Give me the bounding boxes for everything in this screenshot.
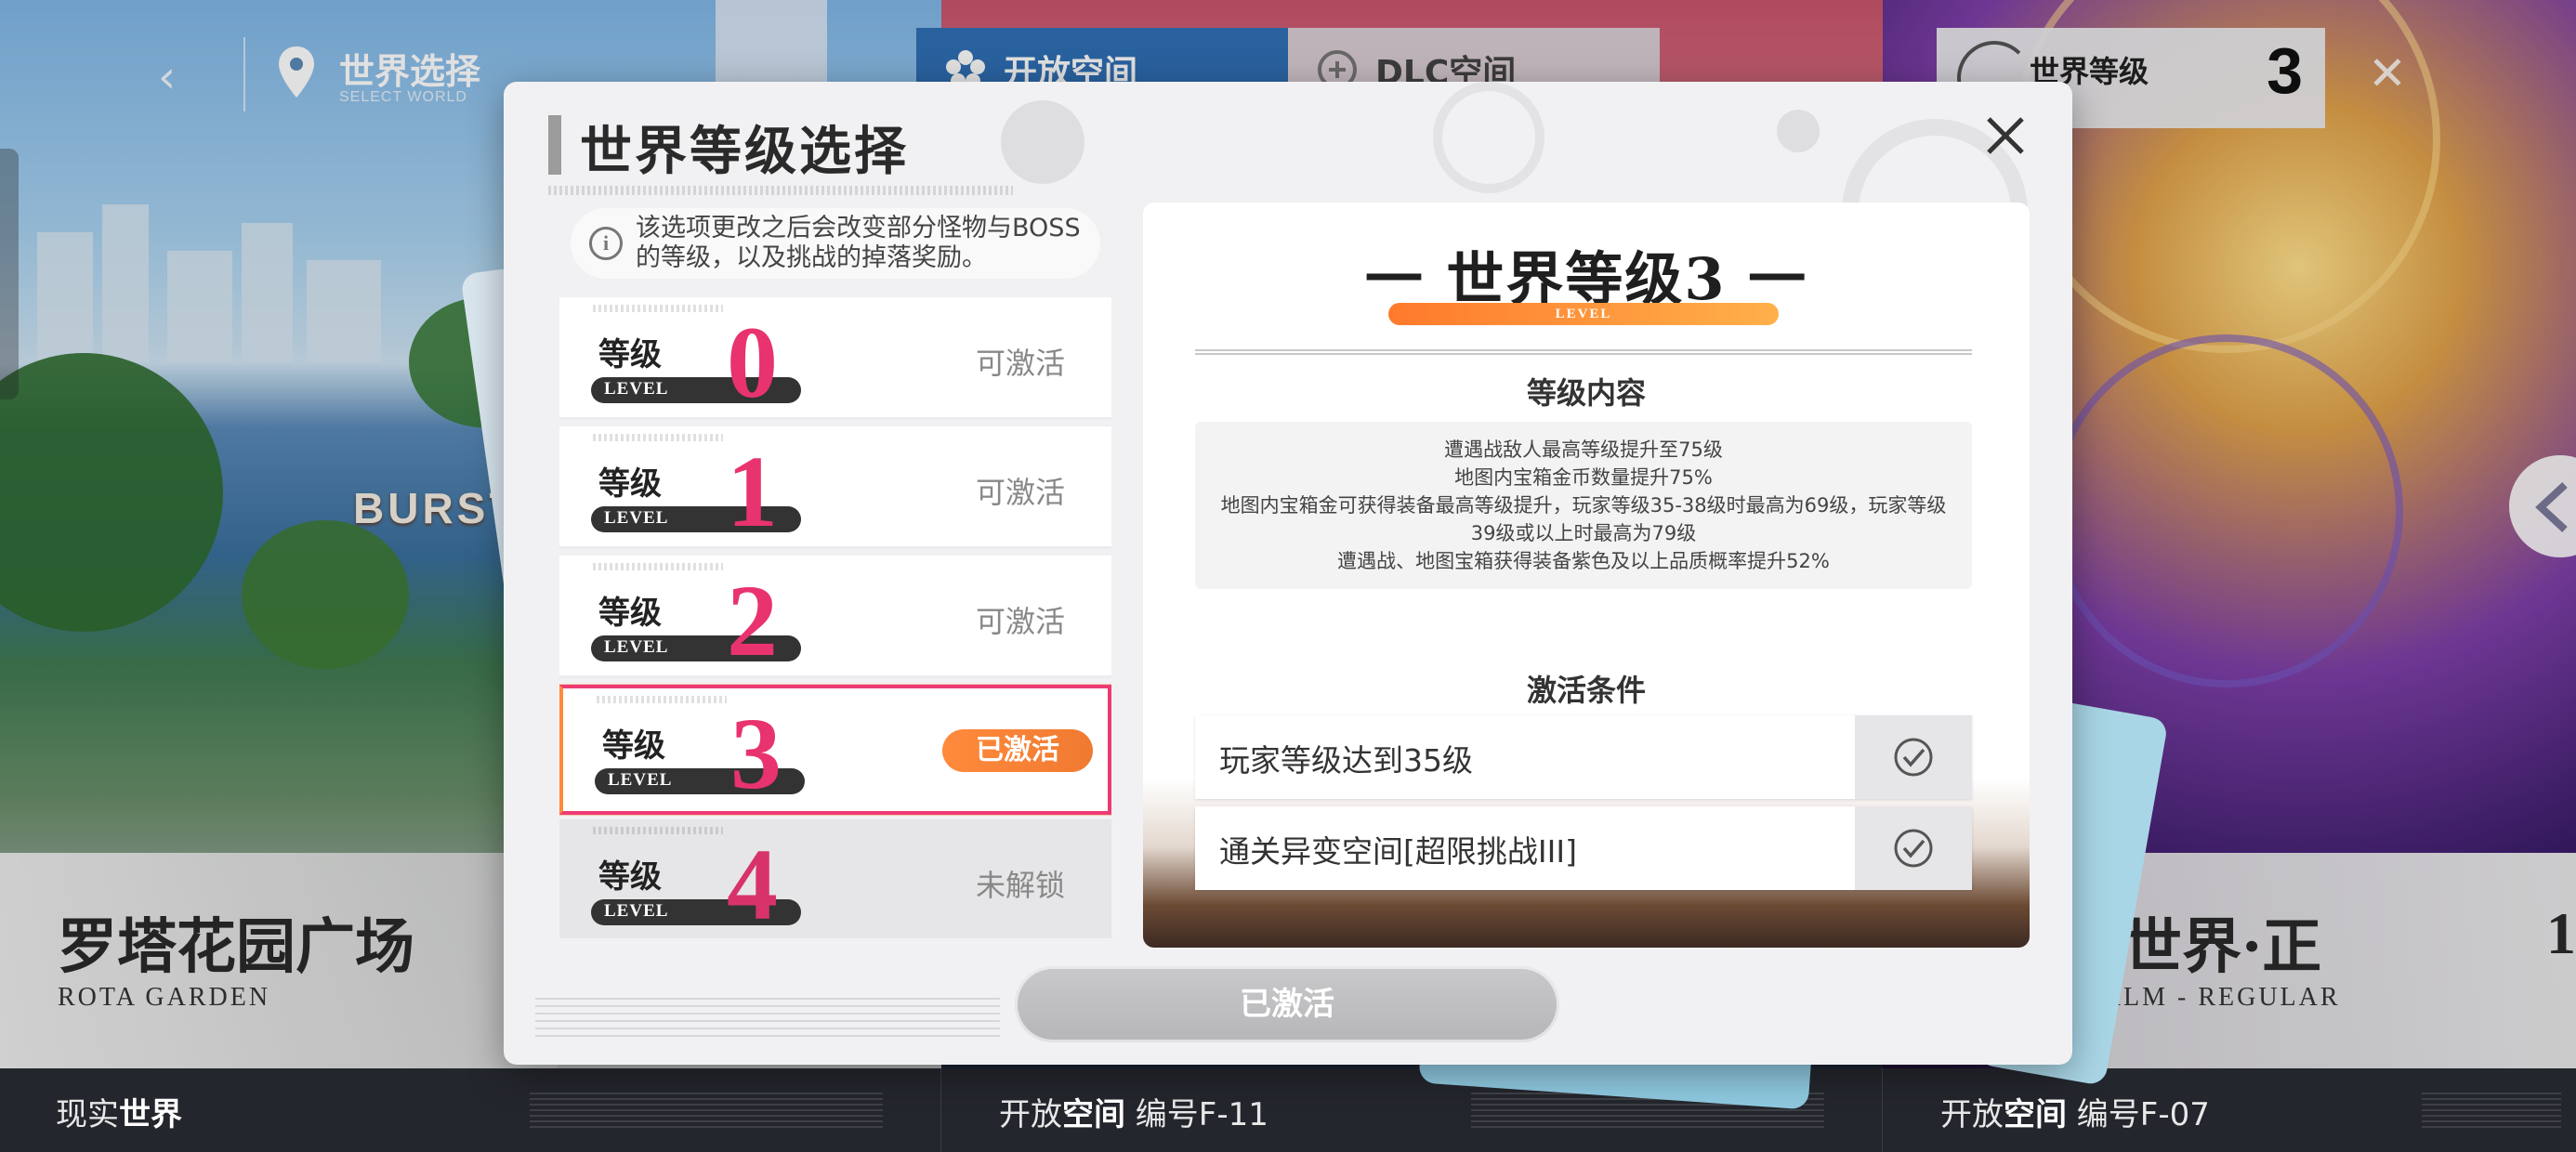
level-word: 等级 xyxy=(598,336,662,373)
check-circle-icon xyxy=(1894,738,1933,777)
bottom-world-bar: 现实世界 开放空间 编号F-11 开放空间 编号F-07 xyxy=(0,1068,2576,1152)
bottom-segment-f07[interactable]: 开放空间 编号F-07 xyxy=(1883,1068,2576,1152)
segment-suffix: 编号F-11 xyxy=(1125,1096,1268,1133)
divider xyxy=(1195,349,1972,355)
level-option-1[interactable]: 等级 LEVEL 1 可激活 xyxy=(559,426,1111,549)
segment-prefix: 开放 xyxy=(1940,1096,2004,1133)
level-word: 等级 xyxy=(602,727,665,765)
info-text: 该选项更改之后会改变部分怪物与BOSS的等级，以及挑战的掉落奖励。 xyxy=(636,214,1081,272)
level-option-3-selected[interactable]: 等级 LEVEL 3 已激活 xyxy=(559,685,1111,815)
segment-bold: 世界 xyxy=(119,1096,182,1133)
bottom-segment-real-world[interactable]: 现实世界 xyxy=(0,1068,941,1152)
level-word: 等级 xyxy=(598,465,662,503)
segment-prefix: 开放 xyxy=(999,1096,1062,1133)
world-level-dialog: 世界等级选择 i 该选项更改之后会改变部分怪物与BOSS的等级，以及挑战的掉落奖… xyxy=(504,82,2072,1065)
level-number: 0 xyxy=(727,306,778,419)
level-number: 2 xyxy=(727,564,778,677)
condition-status xyxy=(1855,806,1972,890)
world-level-screen: BURST 罗塔花园广场 ROTA GARDEN 梦世界·正 REALM - R… xyxy=(0,0,2576,1152)
fine-print-decoration xyxy=(593,434,723,441)
level-word: 等级 xyxy=(598,595,662,632)
check-circle-icon xyxy=(1894,829,1933,868)
segment-bold: 空间 xyxy=(1062,1096,1125,1133)
dot-decoration xyxy=(1777,110,1820,152)
activated-badge: 已激活 xyxy=(942,729,1093,772)
fine-print-decoration xyxy=(530,1091,883,1128)
fine-print-decoration xyxy=(535,994,1000,1037)
fine-print-decoration xyxy=(597,696,727,703)
fine-print-decoration xyxy=(593,563,723,570)
info-icon: i xyxy=(589,227,623,260)
activate-button[interactable]: 已激活 xyxy=(1015,966,1559,1042)
circle-decoration xyxy=(1433,82,1544,193)
conditions-heading: 激活条件 xyxy=(1526,673,1646,708)
content-line: 39级或以上时最高为79级 xyxy=(1470,522,1697,544)
content-line: 地图内宝箱金可获得装备最高等级提升，玩家等级35-38级时最高为69级，玩家等级 xyxy=(1220,494,1947,517)
segment-suffix: 编号F-07 xyxy=(2067,1096,2210,1133)
fine-print-decoration xyxy=(2422,1091,2561,1128)
level-number: 3 xyxy=(730,697,782,810)
level-option-2[interactable]: 等级 LEVEL 2 可激活 xyxy=(559,556,1111,678)
content-heading: 等级内容 xyxy=(1526,375,1646,411)
level-state: 可激活 xyxy=(975,346,1065,381)
level-word: 等级 xyxy=(598,858,662,896)
dot-decoration xyxy=(1001,100,1084,184)
condition-text: 玩家等级达到35级 xyxy=(1219,742,1473,779)
fine-print-decoration xyxy=(593,827,723,834)
level-state: 可激活 xyxy=(975,475,1065,510)
content-line: 地图内宝箱金币数量提升75% xyxy=(1454,466,1713,489)
content-box: 遭遇战敌人最高等级提升至75级 地图内宝箱金币数量提升75% 地图内宝箱金可获得… xyxy=(1195,422,1972,589)
level-number: 1 xyxy=(727,435,778,548)
condition-status xyxy=(1855,715,1972,799)
content-line: 遭遇战敌人最高等级提升至75级 xyxy=(1444,439,1723,461)
level-option-4[interactable]: 等级 LEVEL 4 未解锁 xyxy=(559,819,1111,938)
condition-row: 玩家等级达到35级 xyxy=(1195,715,1972,799)
level-list: 等级 LEVEL 0 可激活 等级 LEVEL 1 可激活 等级 LEVEL 2… xyxy=(559,297,1111,938)
condition-row: 通关异变空间[超限挑战III] xyxy=(1195,806,1972,890)
segment-bold: 空间 xyxy=(2004,1096,2067,1133)
close-icon[interactable] xyxy=(1979,110,2031,162)
level-number: 4 xyxy=(727,828,778,938)
info-note: i 该选项更改之后会改变部分怪物与BOSS的等级，以及挑战的掉落奖励。 xyxy=(571,208,1100,279)
fine-print-decoration xyxy=(593,305,723,312)
segment-prefix: 现实 xyxy=(56,1096,119,1133)
level-option-0[interactable]: 等级 LEVEL 0 可激活 xyxy=(559,297,1111,420)
level-state: 可激活 xyxy=(975,604,1065,639)
title-accent-bar xyxy=(548,115,561,175)
content-line: 遭遇战、地图宝箱获得装备紫色及以上品质概率提升52% xyxy=(1337,550,1830,572)
dialog-title: 世界等级选择 xyxy=(580,121,909,182)
title-fine-print xyxy=(548,186,1013,195)
condition-text: 通关异变空间[超限挑战III] xyxy=(1219,833,1577,870)
level-detail-panel: 一 世界等级3 一 LEVEL 等级内容 遭遇战敌人最高等级提升至75级 地图内… xyxy=(1143,203,2030,948)
level-state: 未解锁 xyxy=(975,868,1065,903)
detail-level-tag: LEVEL xyxy=(1388,303,1779,325)
